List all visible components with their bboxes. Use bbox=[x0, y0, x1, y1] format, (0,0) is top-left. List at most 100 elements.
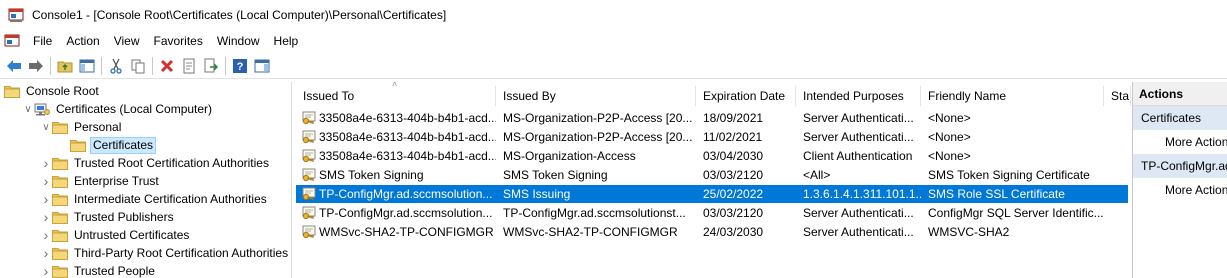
collapsed-chevron-icon[interactable]: › bbox=[40, 226, 52, 244]
actions-section-selected-certificate[interactable]: TP-ConfigMgr.ad.sccmsolution... bbox=[1133, 154, 1227, 178]
certificate-key-icon bbox=[302, 111, 316, 125]
tree-item[interactable]: › Trusted Root Certification Authorities bbox=[40, 154, 271, 172]
cell-issued-by: WMSvc-SHA2-TP-CONFIGMGR bbox=[503, 225, 678, 239]
certificate-row[interactable]: SMS Token Signing SMS Token Signing 03/03/… bbox=[296, 166, 1128, 184]
menu-bar: File Action View Favorites Window Help bbox=[0, 30, 1227, 52]
menu-favorites[interactable]: Favorites bbox=[147, 31, 210, 51]
copy-button[interactable] bbox=[127, 55, 149, 77]
menu-file[interactable]: File bbox=[26, 31, 59, 51]
column-header-issued-to[interactable]: Issued To bbox=[296, 86, 496, 106]
cell-expiration-date: 03/03/2120 bbox=[703, 206, 764, 220]
delete-button[interactable] bbox=[156, 55, 178, 77]
show-hide-action-pane-button[interactable] bbox=[251, 55, 273, 77]
expanded-chevron-icon[interactable]: ∨ bbox=[40, 118, 52, 136]
certificate-row[interactable]: 33508a4e-6313-404b-b4b1-acd... MS-Organiz… bbox=[296, 128, 1128, 146]
tree-item[interactable]: Certificates bbox=[58, 136, 157, 154]
expanded-chevron-icon[interactable]: ∨ bbox=[22, 100, 34, 118]
column-header-friendly-name[interactable]: Friendly Name bbox=[921, 86, 1104, 106]
back-button[interactable] bbox=[3, 55, 25, 77]
column-header-issued-by[interactable]: Issued By bbox=[496, 86, 696, 106]
tree-item-label: Trusted People bbox=[74, 264, 155, 278]
issued-to-text: TP-ConfigMgr.ad.sccmsolution... bbox=[319, 206, 493, 220]
certificate-row[interactable]: 33508a4e-6313-404b-b4b1-acd... MS-Organiz… bbox=[296, 109, 1128, 127]
window-title: Console1 - [Console Root\Certificates (L… bbox=[32, 8, 447, 22]
cell-intended-purposes: 1.3.6.1.4.1.311.101.1... bbox=[803, 187, 921, 201]
collapsed-chevron-icon[interactable]: › bbox=[40, 172, 52, 190]
certificate-key-icon bbox=[302, 149, 316, 163]
certificate-row[interactable]: TP-ConfigMgr.ad.sccmsolution... SMS Issui… bbox=[296, 185, 1128, 203]
cell-issued-by: TP-ConfigMgr.ad.sccmsolutionst... bbox=[503, 206, 686, 220]
cell-expiration-date: 03/03/2120 bbox=[703, 168, 764, 182]
certificate-key-icon bbox=[302, 168, 316, 182]
help-icon: ? bbox=[233, 58, 247, 73]
column-header-status[interactable]: Sta bbox=[1104, 86, 1131, 106]
cell-status bbox=[1104, 223, 1131, 241]
up-one-level-button[interactable] bbox=[54, 55, 76, 77]
cell-friendly-name: SMS Token Signing Certificate bbox=[928, 168, 1090, 182]
folder-icon bbox=[52, 175, 68, 188]
tree-item[interactable]: ∨ Certificates (Local Computer) bbox=[22, 100, 214, 118]
cell-friendly-name: ConfigMgr SQL Server Identific... bbox=[928, 206, 1104, 220]
mmc-system-menu-icon[interactable] bbox=[4, 33, 20, 49]
column-header-intended-purposes[interactable]: Intended Purposes bbox=[796, 86, 921, 106]
tree-item[interactable]: › Trusted Publishers bbox=[40, 208, 176, 226]
list-header: Issued To Issued By Expiration Date Intende… bbox=[296, 82, 1131, 106]
export-icon bbox=[204, 58, 219, 72]
more-actions-certificates[interactable]: More Actions bbox=[1133, 130, 1227, 154]
certificate-key-icon bbox=[302, 225, 316, 239]
cell-expiration-date: 25/02/2022 bbox=[703, 187, 764, 201]
more-actions-selected-certificate[interactable]: More Actions bbox=[1133, 178, 1227, 202]
actions-section-certificates[interactable]: Certificates bbox=[1133, 106, 1227, 130]
certificate-row[interactable]: 33508a4e-6313-404b-b4b1-acd... MS-Organiz… bbox=[296, 147, 1128, 165]
folder-icon bbox=[52, 247, 68, 260]
show-hide-console-tree-button[interactable] bbox=[76, 55, 98, 77]
certificate-list: Issued To Issued By Expiration Date Intende… bbox=[296, 82, 1131, 278]
cell-intended-purposes: <All> bbox=[803, 168, 831, 182]
collapsed-chevron-icon[interactable]: › bbox=[40, 208, 52, 226]
cell-expiration-date: 11/02/2021 bbox=[703, 130, 763, 144]
collapsed-chevron-icon[interactable]: › bbox=[40, 154, 52, 172]
forward-button[interactable] bbox=[25, 55, 47, 77]
export-list-button[interactable] bbox=[200, 55, 222, 77]
menu-view[interactable]: View bbox=[107, 31, 147, 51]
properties-button[interactable] bbox=[178, 55, 200, 77]
cell-expiration-date: 03/04/2030 bbox=[703, 149, 764, 163]
collapsed-chevron-icon[interactable]: › bbox=[40, 244, 52, 262]
cell-status bbox=[1104, 109, 1131, 127]
certificate-row[interactable]: TP-ConfigMgr.ad.sccmsolution... TP-Config… bbox=[296, 204, 1128, 222]
tree-item[interactable]: › Trusted People bbox=[40, 262, 157, 278]
certificate-key-icon bbox=[302, 187, 316, 201]
copy-icon bbox=[131, 59, 145, 73]
menu-action[interactable]: Action bbox=[59, 31, 106, 51]
tree-item[interactable]: › Untrusted Certificates bbox=[40, 226, 191, 244]
tree-item[interactable]: ∨ Personal bbox=[40, 118, 123, 136]
cell-issued-to: TP-ConfigMgr.ad.sccmsolution... bbox=[296, 185, 496, 203]
cell-issued-to: 33508a4e-6313-404b-b4b1-acd... bbox=[296, 109, 496, 127]
menu-help[interactable]: Help bbox=[267, 31, 306, 51]
issued-to-text: 33508a4e-6313-404b-b4b1-acd... bbox=[319, 111, 496, 125]
tree-item[interactable]: › Third-Party Root Certification Authorit… bbox=[40, 244, 290, 262]
folder-icon bbox=[4, 85, 20, 98]
cell-status bbox=[1104, 166, 1131, 184]
properties-icon bbox=[183, 58, 195, 73]
menu-window[interactable]: Window bbox=[210, 31, 267, 51]
tree-item[interactable]: Console Root bbox=[4, 82, 101, 100]
cell-issued-by: MS-Organization-Access bbox=[503, 149, 636, 163]
certificate-row[interactable]: WMSvc-SHA2-TP-CONFIGMGR WMSvc-SHA2-TP-CON… bbox=[296, 223, 1128, 241]
cell-issued-by: SMS Issuing bbox=[503, 187, 571, 201]
folder-icon bbox=[52, 121, 68, 134]
collapsed-chevron-icon[interactable]: › bbox=[40, 190, 52, 208]
cell-friendly-name: <None> bbox=[928, 130, 971, 144]
column-header-expiration-date[interactable]: Expiration Date bbox=[696, 86, 796, 106]
cut-button[interactable] bbox=[105, 55, 127, 77]
cell-intended-purposes: Client Authentication bbox=[803, 149, 913, 163]
folder-icon bbox=[52, 193, 68, 206]
tree-item[interactable]: › Intermediate Certification Authorities bbox=[40, 190, 269, 208]
issued-to-text: WMSvc-SHA2-TP-CONFIGMGR bbox=[319, 225, 494, 239]
tree-item[interactable]: › Enterprise Trust bbox=[40, 172, 161, 190]
help-button[interactable]: ? bbox=[229, 55, 251, 77]
cell-issued-by: MS-Organization-P2P-Access [20... bbox=[503, 111, 693, 125]
toolbar: ? bbox=[0, 53, 1227, 79]
collapsed-chevron-icon[interactable]: › bbox=[40, 262, 52, 278]
